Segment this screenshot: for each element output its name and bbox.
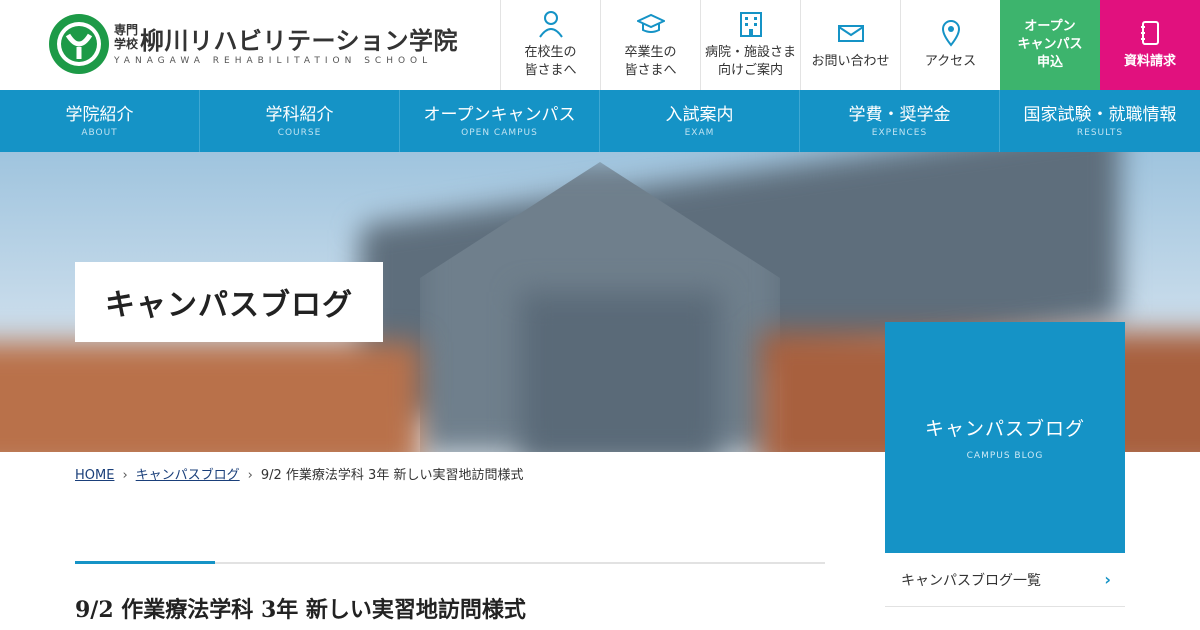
nav-item-course[interactable]: 学科紹介 COURSE (200, 90, 400, 152)
logo-english-name: YANAGAWA REHABILITATION SCHOOL (114, 56, 433, 66)
logo-prefix-line2: 学校 (114, 37, 139, 51)
chevron-right-icon: › (247, 468, 253, 483)
util-link-contact[interactable]: お問い合わせ (800, 0, 900, 90)
site-header: 専門 学校 柳川リハビリテーション学院 YANAGAWA REHABILITAT… (0, 0, 1200, 90)
sidebar-subtitle: CAMPUS BLOG (966, 451, 1044, 461)
school-emblem-icon (49, 14, 109, 74)
util-label: 在校生の 皆さまへ (524, 45, 577, 78)
breadcrumb-section-link[interactable]: キャンパスブログ (136, 468, 240, 483)
nav-sublabel: ABOUT (81, 128, 118, 138)
hero-photo-brick-left (0, 342, 420, 452)
logo-prefix-line1: 専門 (114, 23, 139, 37)
open-campus-apply-button[interactable]: オープン キャンパス 申込 (1000, 0, 1100, 90)
request-brochure-label: 資料請求 (1123, 54, 1176, 69)
breadcrumb-current: 9/2 作業療法学科 3年 新しい実習地訪問様式 (260, 468, 524, 483)
nav-label: オープンキャンパス (423, 105, 576, 125)
hero-title-box: キャンパスブログ (75, 262, 383, 342)
logo-prefix: 専門 学校 (114, 23, 138, 51)
building-icon (737, 10, 765, 38)
chevron-right-icon: › (1104, 570, 1111, 589)
breadcrumb: HOME › キャンパスブログ › 9/2 作業療法学科 3年 新しい実習地訪問様式 (75, 464, 523, 483)
nav-label: 学費・奨学金 (848, 105, 951, 125)
graduation-cap-icon (636, 10, 665, 38)
article-title: 9/2 作業療法学科 3年 新しい実習地訪問様式 (75, 597, 526, 623)
hero-photo-window (520, 292, 720, 452)
global-nav: 学院紹介 ABOUT 学科紹介 COURSE オープンキャンパス OPEN CA… (0, 90, 1200, 152)
nav-item-exam[interactable]: 入試案内 EXAM (600, 90, 800, 152)
nav-sublabel: EXPENCES (871, 128, 928, 138)
util-link-graduates[interactable]: 卒業生の 皆さまへ (600, 0, 700, 90)
map-pin-icon (937, 19, 965, 47)
sidebar-title: キャンパスブログ (924, 418, 1085, 440)
open-campus-apply-label: オープン キャンパス 申込 (1017, 19, 1083, 70)
person-icon (537, 10, 565, 38)
nav-sublabel: RESULTS (1076, 128, 1124, 138)
nav-sublabel: EXAM (684, 128, 715, 138)
title-divider-accent (75, 561, 215, 564)
util-label: アクセス (924, 54, 977, 69)
nav-sublabel: OPEN CAMPUS (461, 128, 538, 138)
util-link-current-students[interactable]: 在校生の 皆さまへ (500, 0, 600, 90)
util-label: お問い合わせ (811, 54, 890, 69)
nav-label: 学院紹介 (65, 105, 134, 125)
nav-item-open-campus[interactable]: オープンキャンパス OPEN CAMPUS (400, 90, 600, 152)
nav-label: 国家試験・就職情報 (1023, 105, 1177, 125)
sidebar-heading-box: キャンパスブログ CAMPUS BLOG (885, 322, 1125, 553)
util-link-access[interactable]: アクセス (900, 0, 1000, 90)
page-title: キャンパスブログ (105, 288, 353, 323)
nav-label: 入試案内 (665, 105, 734, 125)
sidebar-next-item (885, 608, 1125, 630)
sidebar-link-label: キャンパスブログ一覧 (901, 572, 1041, 589)
site-logo[interactable]: 専門 学校 柳川リハビリテーション学院 YANAGAWA REHABILITAT… (48, 13, 468, 75)
util-link-hospitals[interactable]: 病院・施設さま 向けご案内 (700, 0, 800, 90)
nav-item-expences[interactable]: 学費・奨学金 EXPENCES (800, 90, 1000, 152)
nav-sublabel: COURSE (277, 128, 322, 138)
mail-icon (837, 19, 865, 47)
breadcrumb-home-link[interactable]: HOME (75, 468, 114, 483)
logo-name: 柳川リハビリテーション学院 (140, 27, 459, 55)
request-brochure-button[interactable]: 資料請求 (1100, 0, 1200, 90)
chevron-right-icon: › (122, 468, 128, 483)
nav-label: 学科紹介 (265, 105, 334, 125)
util-label: 卒業生の 皆さまへ (624, 45, 677, 78)
util-label: 病院・施設さま 向けご案内 (704, 45, 796, 78)
notebook-icon (1136, 19, 1164, 47)
nav-item-about[interactable]: 学院紹介 ABOUT (0, 90, 200, 152)
sidebar-link-blog-list[interactable]: キャンパスブログ一覧 › (885, 553, 1125, 607)
nav-item-results[interactable]: 国家試験・就職情報 RESULTS (1000, 90, 1200, 152)
